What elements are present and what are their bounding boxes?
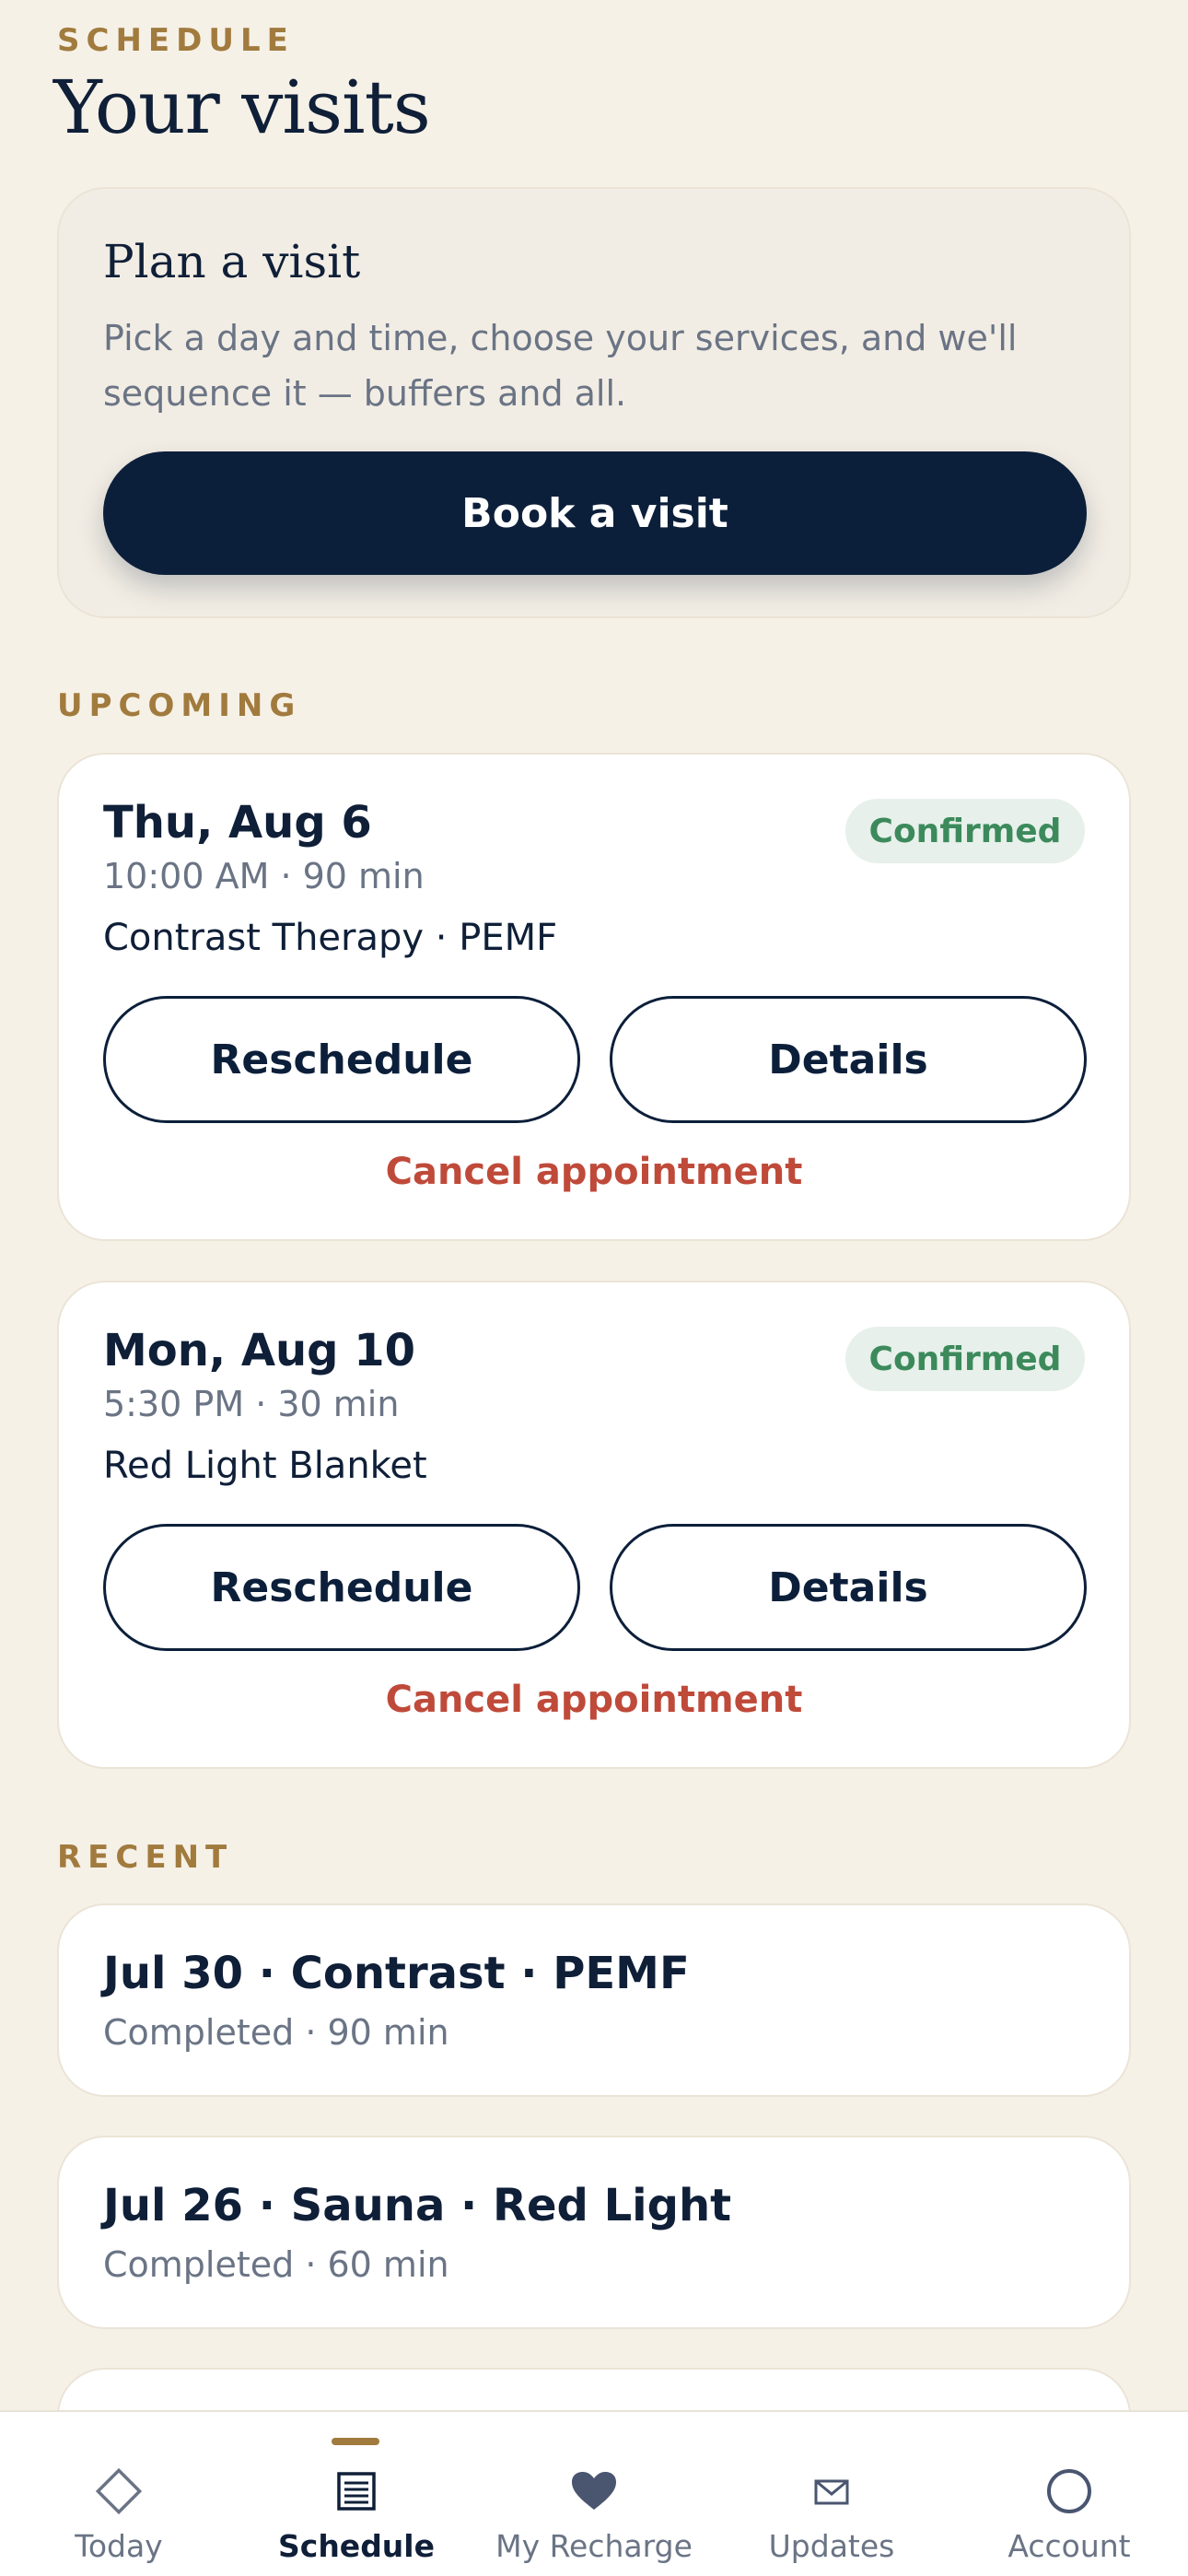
book-visit-button[interactable]: Book a visit	[103, 451, 1087, 575]
page-title: Your visits	[53, 64, 431, 150]
account-circle-icon	[950, 2464, 1188, 2519]
tab-today[interactable]: Today	[0, 2412, 238, 2576]
recent-visit-title: Jul 26 · Sauna · Red Light	[103, 2180, 732, 2231]
recent-visit-card[interactable]: Jul 26 · Sauna · Red Light Completed · 6…	[57, 2136, 1131, 2329]
plan-visit-title: Plan a visit	[103, 235, 361, 288]
tab-label: Today	[75, 2528, 163, 2564]
tab-label: Account	[1007, 2528, 1131, 2564]
recent-visit-subtitle: Completed · 60 min	[103, 2244, 449, 2285]
recent-heading: RECENT	[57, 1839, 234, 1876]
envelope-icon	[713, 2464, 950, 2519]
appointment-time: 10:00 AM · 90 min	[103, 856, 425, 896]
status-badge: Confirmed	[845, 1327, 1085, 1391]
reschedule-button[interactable]: Reschedule	[103, 996, 580, 1123]
tab-label: Updates	[768, 2528, 895, 2564]
details-button[interactable]: Details	[610, 996, 1087, 1123]
section-eyebrow: SCHEDULE	[57, 22, 295, 59]
appointment-services: Contrast Therapy · PEMF	[103, 917, 558, 959]
status-badge: Confirmed	[845, 799, 1085, 863]
details-button[interactable]: Details	[610, 1524, 1087, 1651]
reschedule-button[interactable]: Reschedule	[103, 1524, 580, 1651]
cancel-appointment-link[interactable]: Cancel appointment	[59, 1151, 1129, 1193]
appointment-date: Thu, Aug 6	[103, 797, 372, 849]
tab-schedule[interactable]: Schedule	[238, 2412, 475, 2576]
cancel-appointment-link[interactable]: Cancel appointment	[59, 1679, 1129, 1721]
appointment-card: Thu, Aug 6 10:00 AM · 90 min Contrast Th…	[57, 753, 1131, 1241]
plan-visit-card: Plan a visit Pick a day and time, choose…	[57, 187, 1131, 618]
recent-visit-title: Jul 30 · Contrast · PEMF	[103, 1948, 690, 1999]
appointment-card: Mon, Aug 10 5:30 PM · 30 min Red Light B…	[57, 1281, 1131, 1769]
recent-visit-subtitle: Completed · 90 min	[103, 2012, 449, 2053]
upcoming-heading: UPCOMING	[57, 687, 302, 724]
schedule-screen: SCHEDULE Your visits Plan a visit Pick a…	[0, 0, 1188, 2576]
recent-visit-card[interactable]: Jul 30 · Contrast · PEMF Completed · 90 …	[57, 1903, 1131, 2097]
heart-icon	[475, 2464, 713, 2519]
diamond-icon	[0, 2464, 238, 2519]
tab-my-recharge[interactable]: My Recharge	[475, 2412, 713, 2576]
tab-label: My Recharge	[495, 2528, 693, 2564]
bottom-tab-bar: Today Schedule My Recharge Updates Accou…	[0, 2410, 1188, 2576]
appointment-date: Mon, Aug 10	[103, 1325, 416, 1376]
tab-label: Schedule	[277, 2528, 435, 2564]
appointment-time: 5:30 PM · 30 min	[103, 1384, 400, 1424]
tab-updates[interactable]: Updates	[713, 2412, 950, 2576]
appointment-services: Red Light Blanket	[103, 1445, 427, 1487]
tab-account[interactable]: Account	[950, 2412, 1188, 2576]
plan-visit-description: Pick a day and time, choose your service…	[103, 318, 1018, 414]
schedule-list-icon	[238, 2464, 475, 2519]
